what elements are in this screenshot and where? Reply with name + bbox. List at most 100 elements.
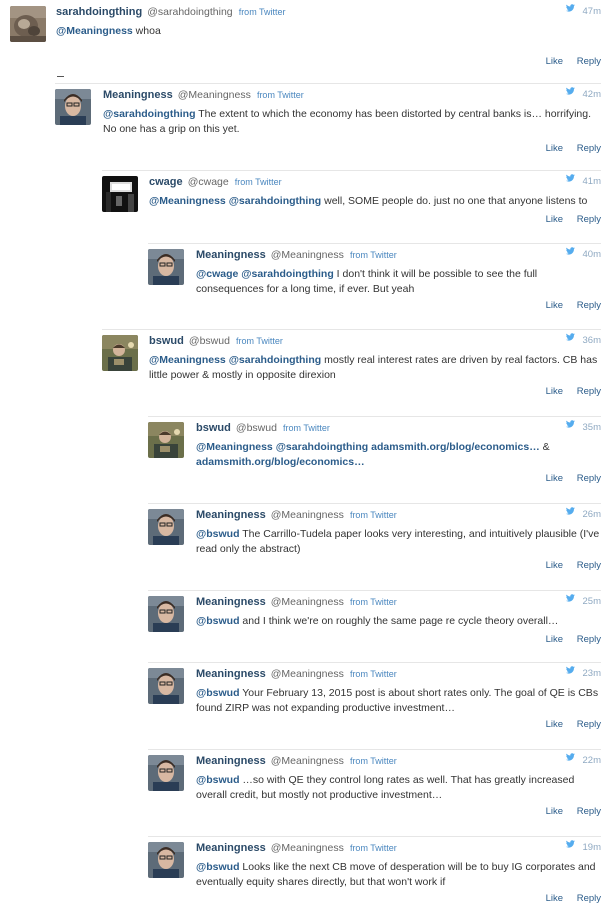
author-name[interactable]: Meaningness (196, 755, 266, 767)
author-name[interactable]: Meaningness (196, 596, 266, 608)
mention-link[interactable]: @bswud (196, 687, 240, 699)
bswud-avatar[interactable] (102, 335, 138, 371)
author-name[interactable]: Meaningness (196, 509, 266, 521)
reply-button[interactable]: Reply (577, 214, 601, 225)
tweet-time[interactable]: 26m (565, 507, 601, 523)
tweet-source[interactable]: from Twitter (350, 669, 397, 679)
like-button[interactable]: Like (546, 560, 563, 571)
author-name[interactable]: Meaningness (103, 89, 173, 101)
author-name[interactable]: bswud (196, 422, 231, 434)
mention-link[interactable]: @sarahdoingthing (276, 441, 369, 453)
tweet-actions: Like Reply (546, 300, 601, 311)
reply-button[interactable]: Reply (577, 473, 601, 484)
mention-link[interactable]: @Meaningness (56, 25, 133, 37)
tweet: Meaningness @Meaningness from Twitter 23… (148, 662, 601, 733)
author-name[interactable]: Meaningness (196, 668, 266, 680)
mention-link[interactable]: @Meaningness (196, 441, 273, 453)
tweet-time[interactable]: 22m (565, 753, 601, 769)
tweet-time[interactable]: 47m (565, 2, 601, 20)
reply-button[interactable]: Reply (577, 560, 601, 571)
meaningness-avatar[interactable] (148, 755, 184, 791)
mention-link[interactable]: @bswud (196, 528, 240, 540)
like-button[interactable]: Like (546, 473, 563, 484)
like-button[interactable]: Like (546, 56, 563, 67)
reply-button[interactable]: Reply (577, 719, 601, 730)
collapse-thread-icon[interactable] (57, 76, 64, 77)
tweet-source[interactable]: from Twitter (350, 756, 397, 766)
tweet-time[interactable]: 25m (565, 594, 601, 610)
mention-link[interactable]: @sarahdoingthing (103, 108, 196, 120)
tweet-time[interactable]: 36m (565, 331, 601, 349)
tweet-text: @cwage @sarahdoingthing I don't think it… (196, 267, 601, 297)
twitter-bird-icon (565, 85, 575, 101)
like-button[interactable]: Like (546, 634, 563, 645)
twitter-bird-icon (565, 331, 575, 347)
like-button[interactable]: Like (546, 300, 563, 311)
tweet-header: sarahdoingthing @sarahdoingthing from Tw… (56, 4, 601, 20)
mention-link[interactable]: @sarahdoingthing (229, 195, 322, 207)
tweet: Meaningness @Meaningness from Twitter 22… (148, 749, 601, 820)
author-name[interactable]: bswud (149, 335, 184, 347)
tweet-source[interactable]: from Twitter (350, 510, 397, 520)
meaningness-avatar[interactable] (148, 668, 184, 704)
mention-link[interactable]: @Meaningness (149, 195, 226, 207)
mention-link[interactable]: @bswud (196, 774, 240, 786)
tweet: sarahdoingthing @sarahdoingthing from Tw… (10, 0, 601, 70)
tweet-divider (55, 83, 601, 84)
meaningness-avatar[interactable] (148, 842, 184, 878)
reply-button[interactable]: Reply (577, 893, 601, 904)
tweet-source[interactable]: from Twitter (283, 423, 330, 433)
tweet-time[interactable]: 41m (565, 174, 601, 190)
reply-button[interactable]: Reply (577, 56, 601, 67)
bswud-avatar[interactable] (148, 422, 184, 458)
reply-button[interactable]: Reply (577, 143, 601, 154)
sarah-avatar[interactable] (10, 6, 46, 42)
like-button[interactable]: Like (546, 386, 563, 397)
tweet-source[interactable]: from Twitter (257, 90, 304, 100)
like-button[interactable]: Like (546, 719, 563, 730)
cwage-avatar[interactable] (102, 176, 138, 212)
reply-button[interactable]: Reply (577, 806, 601, 817)
like-button[interactable]: Like (546, 143, 563, 154)
author-handle: @Meaningness (270, 755, 344, 767)
mention-link[interactable]: @Meaningness (149, 354, 226, 366)
mention-link[interactable]: @sarahdoingthing (241, 268, 334, 280)
reply-button[interactable]: Reply (577, 386, 601, 397)
meaningness-avatar[interactable] (148, 509, 184, 545)
mention-link[interactable]: @bswud (196, 861, 240, 873)
meaningness-avatar[interactable] (55, 89, 91, 125)
tweet-source[interactable]: from Twitter (350, 250, 397, 260)
mention-link[interactable]: @sarahdoingthing (229, 354, 322, 366)
url-link[interactable]: adamsmith.org/blog/economics… (196, 456, 365, 468)
twitter-bird-icon (565, 2, 575, 18)
like-button[interactable]: Like (546, 214, 563, 225)
author-name[interactable]: cwage (149, 176, 183, 188)
like-button[interactable]: Like (546, 806, 563, 817)
reply-button[interactable]: Reply (577, 300, 601, 311)
mention-link[interactable]: @cwage (196, 268, 238, 280)
author-handle: @Meaningness (270, 249, 344, 261)
tweet-divider (148, 662, 601, 663)
url-link[interactable]: adamsmith.org/blog/economics… (371, 441, 540, 453)
tweet-time[interactable]: 23m (565, 666, 601, 682)
author-name[interactable]: sarahdoingthing (56, 6, 142, 18)
author-name[interactable]: Meaningness (196, 249, 266, 261)
meaningness-avatar[interactable] (148, 596, 184, 632)
tweet-time[interactable]: 40m (565, 247, 601, 263)
meaningness-avatar[interactable] (148, 249, 184, 285)
author-name[interactable]: Meaningness (196, 842, 266, 854)
tweet-time[interactable]: 35m (565, 420, 601, 436)
tweet-time[interactable]: 42m (565, 85, 601, 103)
tweet-source[interactable]: from Twitter (350, 597, 397, 607)
author-handle: @bswud (235, 422, 277, 434)
author-handle: @Meaningness (270, 842, 344, 854)
tweet-source[interactable]: from Twitter (236, 336, 283, 346)
reply-button[interactable]: Reply (577, 634, 601, 645)
tweet-source[interactable]: from Twitter (239, 7, 286, 17)
like-button[interactable]: Like (546, 893, 563, 904)
tweet-source[interactable]: from Twitter (350, 843, 397, 853)
tweet-source[interactable]: from Twitter (235, 177, 282, 187)
tweet-time[interactable]: 19m (565, 840, 601, 856)
mention-link[interactable]: @bswud (196, 615, 240, 627)
author-handle: @Meaningness (270, 668, 344, 680)
